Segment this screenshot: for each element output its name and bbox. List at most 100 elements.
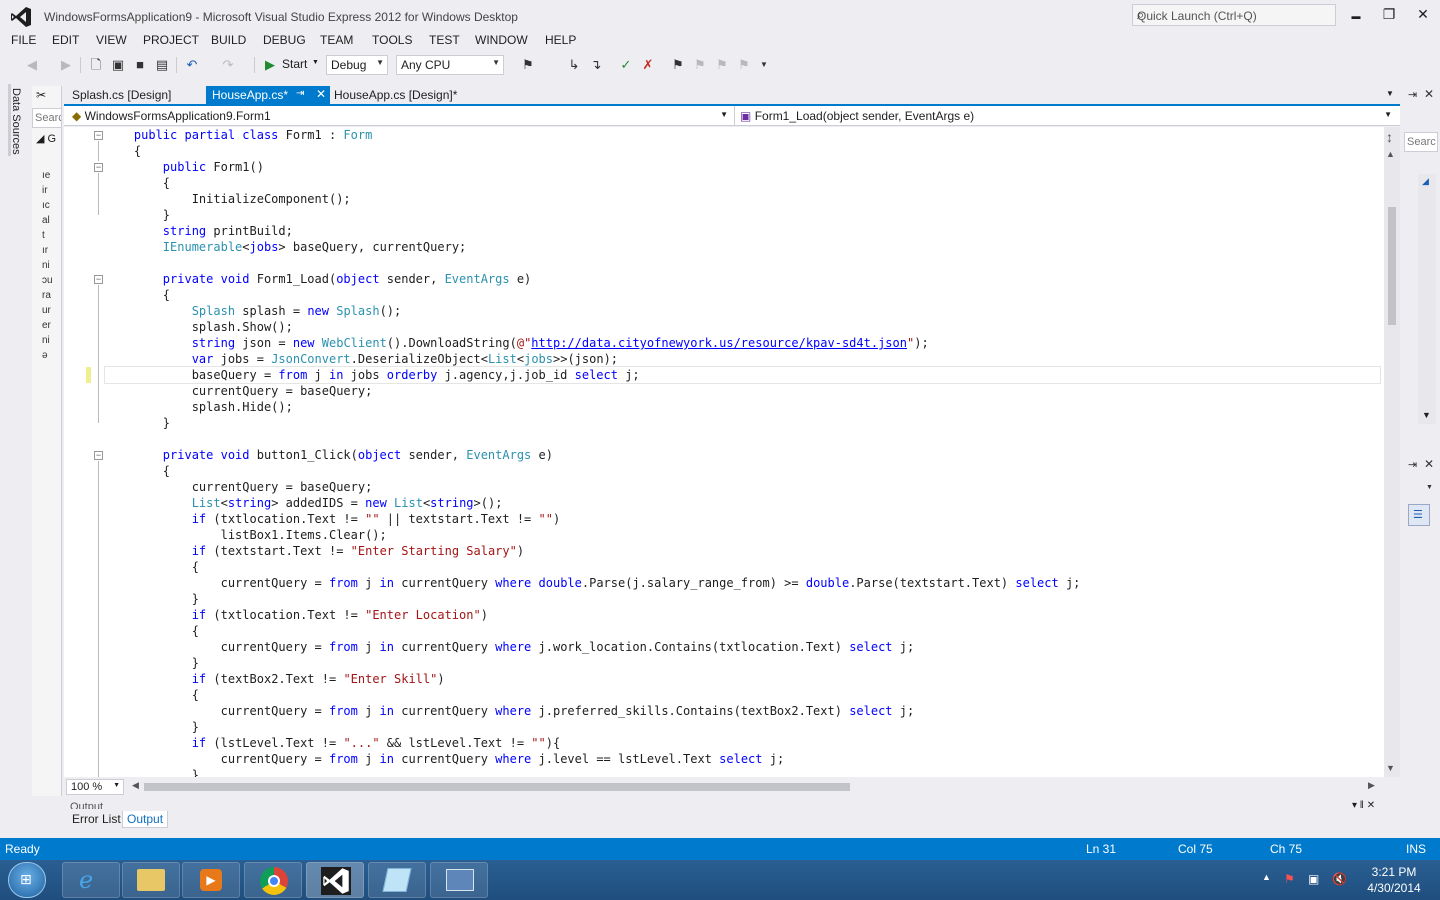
network-icon[interactable]: ▣ [1308,872,1319,886]
save-all-icon[interactable]: ▤ [154,57,170,73]
code-line[interactable]: currentQuery = from j in currentQuery wh… [105,639,1380,655]
tab-splash-design[interactable]: Splash.cs [Design] [66,86,177,105]
start-debug-icon[interactable]: ▶ [262,57,278,73]
data-sources-search[interactable]: Searc [32,108,62,128]
code-line[interactable]: string json = new WebClient().DownloadSt… [105,335,1380,351]
action-center-icon[interactable]: ⚑ [1284,872,1295,886]
scroll-down-icon[interactable]: ▼ [1422,410,1431,420]
code-line[interactable]: private void Form1_Load(object sender, E… [105,271,1380,287]
clear-bookmarks-icon[interactable]: ⚑ [736,57,752,73]
close-tab-icon[interactable]: ✕ [316,87,326,101]
code-line[interactable]: baseQuery = from j in jobs orderby j.age… [104,366,1381,384]
menu-view[interactable]: VIEW [96,33,127,47]
code-line[interactable]: currentQuery = from j in currentQuery wh… [105,703,1380,719]
code-line[interactable]: currentQuery = baseQuery; [105,479,1380,495]
code-line[interactable]: { [105,623,1380,639]
close-icon[interactable]: ✕ [1424,457,1434,471]
code-line[interactable]: { [105,559,1380,575]
code-url-link[interactable]: http://data.cityofnewyork.us/resource/kp… [531,336,907,350]
open-file-icon[interactable]: ▣ [110,57,126,73]
code-text[interactable]: public partial class Form1 : Form { publ… [104,127,1381,777]
code-line[interactable]: if (textstart.Text != "Enter Starting Sa… [105,543,1380,559]
code-line[interactable]: { [105,687,1380,703]
data-sources-tab[interactable]: Data Sources [10,88,22,155]
code-line[interactable]: listBox1.Items.Clear(); [105,527,1380,543]
scroll-up-icon[interactable]: ▲ [1386,149,1395,159]
menu-debug[interactable]: DEBUG [263,33,306,47]
horizontal-scrollbar-thumb[interactable] [144,783,850,791]
taskbar-app-window[interactable] [430,862,488,898]
properties-page-icon[interactable]: ☰ [1408,504,1430,526]
bookmark-icon[interactable]: ⚑ [670,57,686,73]
code-line[interactable]: IEnumerable<jobs> baseQuery, currentQuer… [105,239,1380,255]
redo-icon[interactable]: ↷ [220,57,236,73]
scroll-down-icon[interactable]: ▼ [1386,763,1395,773]
step-over-icon[interactable]: ↴ [588,57,604,73]
code-line[interactable]: currentQuery = baseQuery; [105,383,1380,399]
menu-help[interactable]: HELP [545,33,576,47]
system-clock[interactable]: 3:21 PM 4/30/2014 [1364,864,1424,896]
menu-project[interactable]: PROJECT [143,33,199,47]
code-line[interactable]: } [105,415,1380,431]
minimize-button[interactable]: ▬ [1344,4,1368,24]
panel-scroll-track[interactable]: ◢ ▼ [1418,174,1436,424]
tree-node[interactable]: ◢ G [36,132,56,145]
code-line[interactable]: string printBuild; [105,223,1380,239]
menu-test[interactable]: TEST [429,33,460,47]
output-window-controls-icon[interactable]: ▾ ‖ ✕ [1352,800,1375,811]
quick-launch-input[interactable]: Quick Launch (Ctrl+Q) ⌕ [1132,4,1336,26]
member-selector[interactable]: ▣ Form1_Load(object sender, EventArgs e)… [736,106,1396,126]
taskbar-visual-studio[interactable] [306,862,364,898]
collapse-icon[interactable]: − [94,451,103,460]
comment-icon[interactable]: ✓ [618,57,634,73]
menu-build[interactable]: BUILD [211,33,246,47]
zoom-select[interactable]: 100 % ▼ [66,779,124,795]
code-line[interactable]: } [105,591,1380,607]
collapse-icon[interactable]: − [94,131,103,140]
code-line[interactable]: splash.Hide(); [105,399,1380,415]
tab-list-dropdown-icon[interactable]: ▼ [1386,89,1394,98]
code-line[interactable]: } [105,655,1380,671]
code-line[interactable] [105,431,1380,447]
taskbar-internet-explorer[interactable]: e [62,862,120,898]
close-button[interactable]: ✕ [1411,4,1435,24]
code-line[interactable] [105,255,1380,271]
code-editor[interactable]: − − − − public partial class Form1 : For… [64,127,1384,777]
taskbar-file-explorer[interactable] [122,862,180,898]
code-line[interactable]: } [105,207,1380,223]
navigate-forward-icon[interactable]: ▶ [58,57,74,73]
show-hidden-icons[interactable]: ▲ [1262,872,1271,882]
code-line[interactable]: InitializeComponent(); [105,191,1380,207]
pin-tab-icon[interactable]: ⇥ [296,88,304,99]
solution-configuration-select[interactable]: Debug ▼ [326,55,388,75]
code-line[interactable]: if (txtlocation.Text != "" || textstart.… [105,511,1380,527]
tab-houseapp-code[interactable]: HouseApp.cs* ⇥ ✕ [206,86,330,105]
code-line[interactable]: { [105,175,1380,191]
volume-icon[interactable]: 🔇 [1332,872,1347,886]
code-line[interactable]: splash.Show(); [105,319,1380,335]
taskbar-chrome[interactable] [244,862,302,898]
toolbar-overflow-icon[interactable]: ▼ [756,57,772,73]
chevron-down-icon[interactable]: ▼ [1426,484,1433,491]
uncomment-icon[interactable]: ✗ [640,57,656,73]
menu-team[interactable]: TEAM [320,33,353,47]
pin-icon[interactable]: ⇥ [1408,88,1417,101]
previous-bookmark-icon[interactable]: ⚑ [692,57,708,73]
scroll-left-icon[interactable]: ◀ [132,780,139,791]
next-bookmark-icon[interactable]: ⚑ [714,57,730,73]
tab-error-list[interactable]: Error List [68,811,125,827]
restore-button[interactable]: ❐ [1377,4,1401,24]
start-button[interactable]: ⊞ [8,862,46,898]
code-line[interactable]: } [105,719,1380,735]
collapse-icon[interactable]: − [94,275,103,284]
code-line[interactable]: currentQuery = from j in currentQuery wh… [105,575,1380,591]
code-line[interactable]: List<string> addedIDS = new List<string>… [105,495,1380,511]
menu-window[interactable]: WINDOW [475,33,528,47]
code-line[interactable]: private void button1_Click(object sender… [105,447,1380,463]
scrollbar-thumb[interactable] [1388,207,1396,325]
close-icon[interactable]: ✕ [1424,87,1434,101]
taskbar-notepad[interactable] [368,862,426,898]
code-line[interactable]: var jobs = JsonConvert.DeserializeObject… [105,351,1380,367]
save-icon[interactable]: ■ [132,57,148,73]
start-button[interactable]: Start [282,57,307,71]
